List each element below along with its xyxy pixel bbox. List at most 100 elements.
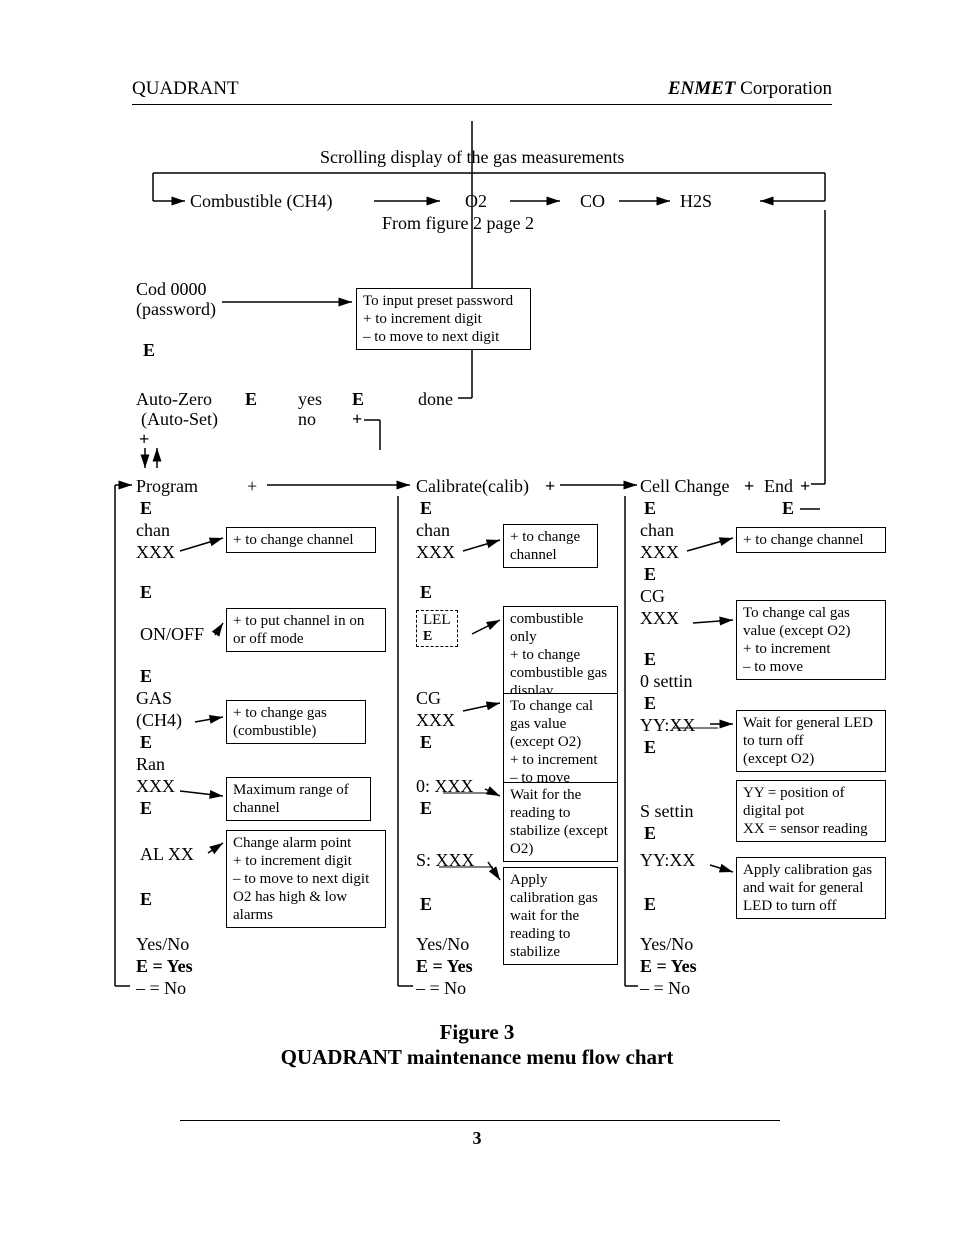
node-combustible: Combustible (CH4) xyxy=(190,190,333,213)
pw: (password) xyxy=(136,298,216,321)
program-ran-note: Maximum range of channel xyxy=(226,777,371,821)
program-plus: + xyxy=(247,475,257,498)
calib-e5: E xyxy=(420,893,432,916)
cc-eyes: E = Yes xyxy=(640,955,697,978)
calib-s: S: XXX xyxy=(416,849,475,872)
calib-cg-note: To change cal gas value (except O2) + to… xyxy=(503,693,618,791)
cc-e: E xyxy=(644,497,656,520)
cc-e5: E xyxy=(644,736,656,759)
program-e5: E xyxy=(140,797,152,820)
cc-cg: CG xyxy=(640,585,665,608)
cc-e7: E xyxy=(644,893,656,916)
calib-lel-e: E xyxy=(423,629,451,646)
caption: Figure 3 QUADRANT maintenance menu flow … xyxy=(0,1020,954,1070)
az-no: no xyxy=(298,408,316,431)
calib-cg: CG xyxy=(416,687,441,710)
cc-yy2: YY:XX xyxy=(640,849,695,872)
cc-sset: S settin xyxy=(640,800,694,823)
calib-lel-note: combustible only + to change combustible… xyxy=(503,606,618,704)
program: Program xyxy=(136,475,198,498)
cc-chan-note: + to change channel xyxy=(736,527,886,553)
program-al: AL XX xyxy=(140,843,194,866)
cc-yesno: Yes/No xyxy=(640,933,693,956)
az-e1: E xyxy=(245,388,257,411)
cc-yy1: YY:XX xyxy=(640,714,695,737)
cc-cg-note: To change cal gas value (except O2) + to… xyxy=(736,600,886,680)
cc-e6: E xyxy=(644,822,656,845)
calib-e3: E xyxy=(420,731,432,754)
program-ran: Ran xyxy=(136,753,165,776)
cc-zeroset: 0 settin xyxy=(640,670,693,693)
cc: Cell Change xyxy=(640,475,729,498)
cc-nno: – = No xyxy=(640,977,690,1000)
program-xxx2: XXX xyxy=(136,775,175,798)
cc-xxx2: XXX xyxy=(640,607,679,630)
calib-eyes: E = Yes xyxy=(416,955,473,978)
as: (Auto-Set) xyxy=(141,408,218,431)
program-chan-note: + to change channel xyxy=(226,527,376,553)
program-gas-note: + to change gas (combustible) xyxy=(226,700,366,744)
pw-e: E xyxy=(143,339,155,362)
program-e3: E xyxy=(140,665,152,688)
cc-yy-explain: YY = position of digital pot XX = sensor… xyxy=(736,780,886,842)
calib-chan: chan xyxy=(416,519,450,542)
program-e: E xyxy=(140,497,152,520)
pw-note: To input preset password + to increment … xyxy=(356,288,531,350)
cc-yy2-note: Apply calibration gas and wait for gener… xyxy=(736,857,886,919)
program-onoff: ON/OFF xyxy=(140,623,204,646)
program-nno: – = No xyxy=(136,977,186,1000)
node-co: CO xyxy=(580,190,605,213)
header-right-bold: ENMET xyxy=(668,78,736,99)
node-h2s: H2S xyxy=(680,190,712,213)
from-figure: From figure 2 page 2 xyxy=(382,212,534,235)
pw-note3: – to move to next digit xyxy=(363,328,524,346)
program-xxx: XXX xyxy=(136,541,175,564)
program-al-note: Change alarm point + to increment digit … xyxy=(226,830,386,928)
program-e4: E xyxy=(140,731,152,754)
caption-fig: Figure 3 xyxy=(0,1020,954,1045)
node-o2: O2 xyxy=(465,190,487,213)
calib-e2: E xyxy=(420,581,432,604)
cc-chan: chan xyxy=(640,519,674,542)
cc-plus: + xyxy=(744,475,754,498)
footer-rule xyxy=(180,1120,780,1121)
calib-xxx2: XXX xyxy=(416,709,455,732)
calib-s-note: Apply calibration gas wait for the readi… xyxy=(503,867,618,965)
header-right: ENMET Corporation xyxy=(668,78,832,100)
calib-zero: 0: XXX xyxy=(416,775,474,798)
calib-e: E xyxy=(420,497,432,520)
cc-e2: E xyxy=(644,563,656,586)
cc-e3: E xyxy=(644,648,656,671)
cc-plus2: + xyxy=(800,475,810,498)
program-yesno: Yes/No xyxy=(136,933,189,956)
program-eyes: E = Yes xyxy=(136,955,193,978)
calib-e4: E xyxy=(420,797,432,820)
az-plus: + xyxy=(139,428,149,451)
program-e6: E xyxy=(140,888,152,911)
pw-note2: + to increment digit xyxy=(363,310,524,328)
calib-chan-note: + to change channel xyxy=(503,524,598,568)
calib-lel-box: LEL E xyxy=(416,610,458,647)
program-e2: E xyxy=(140,581,152,604)
cc-end: End xyxy=(764,475,793,498)
program-chan: chan xyxy=(136,519,170,542)
calib-lel: LEL xyxy=(423,611,451,629)
calib-yesno: Yes/No xyxy=(416,933,469,956)
calib-plus: + xyxy=(545,475,555,498)
caption-title: QUADRANT maintenance menu flow chart xyxy=(0,1045,954,1070)
program-ch4: (CH4) xyxy=(136,709,182,732)
title: Scrolling display of the gas measurement… xyxy=(320,146,624,169)
calib-zero-note: Wait for the reading to stabilize (excep… xyxy=(503,782,618,862)
program-gas: GAS xyxy=(136,687,172,710)
az-plus2: + xyxy=(352,408,362,431)
header-left: QUADRANT xyxy=(132,78,239,100)
cc-yy1-note: Wait for general LED to turn off (except… xyxy=(736,710,886,772)
calib-nno: – = No xyxy=(416,977,466,1000)
calib-xxx: XXX xyxy=(416,541,455,564)
page-number: 3 xyxy=(0,1128,954,1149)
az-done: done xyxy=(418,388,453,411)
cc-e-end: E xyxy=(782,497,794,520)
cc-e4: E xyxy=(644,692,656,715)
calib: Calibrate(calib) xyxy=(416,475,529,498)
program-onoff-note: + to put channel in on or off mode xyxy=(226,608,386,652)
